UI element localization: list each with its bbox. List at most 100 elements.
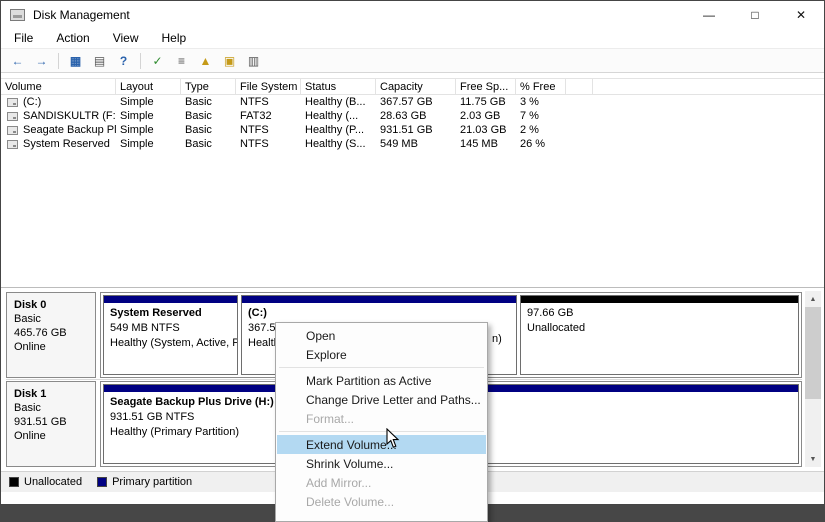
menu-item-open[interactable]: Open [277, 326, 486, 345]
folder-icon[interactable]: ▣ [220, 51, 239, 70]
menu-view[interactable]: View [110, 30, 142, 46]
menu-help[interactable]: Help [159, 30, 190, 46]
volume-name: Seagate Backup Pl... [23, 124, 116, 136]
volume-status: Healthy (... [301, 109, 376, 123]
volume-capacity: 549 MB [376, 137, 456, 151]
column-header-type[interactable]: Type [181, 79, 236, 94]
toolbar-separator [140, 53, 141, 69]
partition-status: Unallocated [527, 321, 792, 336]
volume-table-header: Volume Layout Type File System Status Ca… [1, 78, 824, 95]
volume-pct-free: 7 % [516, 109, 566, 123]
volume-name: (C:) [23, 96, 41, 108]
primary-partition-stripe [242, 296, 516, 303]
volume-free-space: 145 MB [456, 137, 516, 151]
column-header-layout[interactable]: Layout [116, 79, 181, 94]
menu-separator [279, 367, 484, 368]
volume-file-system: NTFS [236, 137, 301, 151]
partition-context-menu: Open Explore Mark Partition as Active Ch… [275, 322, 488, 522]
partition-unallocated[interactable]: 97.66 GB Unallocated [520, 295, 799, 375]
disk-app-icon [10, 9, 25, 21]
column-header-volume[interactable]: Volume [1, 79, 116, 94]
back-icon[interactable]: ← [8, 51, 27, 70]
disk-status: Online [14, 429, 88, 443]
volume-icon [7, 112, 18, 121]
legend-unallocated: Unallocated [9, 476, 82, 488]
menu-item-shrink-volume[interactable]: Shrink Volume... [277, 454, 486, 473]
volume-type: Basic [181, 137, 236, 151]
volume-name: System Reserved [23, 138, 110, 150]
volume-icon [7, 140, 18, 149]
disk-kind: Basic [14, 312, 88, 326]
menu-item-add-mirror[interactable]: Add Mirror... [277, 473, 486, 492]
partition-size: 549 MB NTFS [110, 321, 231, 336]
minimize-button[interactable]: — [686, 1, 732, 28]
properties-check-icon[interactable]: ✓ [148, 51, 167, 70]
menu-item-delete-volume[interactable]: Delete Volume... [277, 492, 486, 511]
volume-free-space: 21.03 GB [456, 123, 516, 137]
menu-item-format[interactable]: Format... [277, 409, 486, 428]
forward-icon[interactable]: → [32, 51, 51, 70]
show-console-tree-icon[interactable]: ▦ [66, 51, 85, 70]
title-bar: Disk Management — □ ✕ [1, 1, 824, 28]
up-folder-icon[interactable]: ▲ [196, 51, 215, 70]
volume-layout: Simple [116, 123, 181, 137]
close-button[interactable]: ✕ [778, 1, 824, 28]
menu-item-mark-partition-active[interactable]: Mark Partition as Active [277, 371, 486, 390]
volume-layout: Simple [116, 109, 181, 123]
column-header-pct-free[interactable]: % Free [516, 79, 566, 94]
clipped-text-fragment: n) [492, 333, 502, 345]
volume-pct-free: 26 % [516, 137, 566, 151]
disk-1-label[interactable]: Disk 1 Basic 931.51 GB Online [6, 381, 96, 467]
volume-status: Healthy (P... [301, 123, 376, 137]
table-row-system-reserved[interactable]: System Reserved Simple Basic NTFS Health… [1, 137, 824, 151]
menu-action[interactable]: Action [53, 30, 92, 46]
volume-capacity: 367.57 GB [376, 95, 456, 109]
table-row-c[interactable]: (C:) Simple Basic NTFS Healthy (B... 367… [1, 95, 824, 109]
table-row-seagate[interactable]: Seagate Backup Pl... Simple Basic NTFS H… [1, 123, 824, 137]
disk-name: Disk 0 [14, 298, 88, 312]
legend-label: Primary partition [112, 476, 192, 488]
export-list-icon[interactable]: ▤ [90, 51, 109, 70]
volume-status: Healthy (S... [301, 137, 376, 151]
partition-system-reserved[interactable]: System Reserved 549 MB NTFS Healthy (Sys… [103, 295, 238, 375]
window-title: Disk Management [33, 8, 130, 22]
scrollbar-thumb[interactable] [805, 307, 821, 399]
volume-file-system: FAT32 [236, 109, 301, 123]
disk-kind: Basic [14, 401, 88, 415]
toolbar-separator [58, 53, 59, 69]
volume-pct-free: 2 % [516, 123, 566, 137]
volume-type: Basic [181, 109, 236, 123]
volume-layout: Simple [116, 137, 181, 151]
volume-type: Basic [181, 95, 236, 109]
column-header-capacity[interactable]: Capacity [376, 79, 456, 94]
scroll-down-arrow-icon[interactable]: ▼ [805, 451, 821, 467]
toolbar: ← → ▦ ▤ ? ✓ ≡ ▲ ▣ ▥ [1, 48, 824, 73]
column-header-free-space[interactable]: Free Sp... [456, 79, 516, 94]
help-icon[interactable]: ? [114, 51, 133, 70]
vertical-scrollbar[interactable]: ▲ ▼ [805, 291, 821, 467]
volume-free-space: 2.03 GB [456, 109, 516, 123]
menu-item-change-drive-letter[interactable]: Change Drive Letter and Paths... [277, 390, 486, 409]
menu-bar: File Action View Help [1, 28, 824, 48]
volume-name: SANDISKULTR (F:) [23, 110, 116, 122]
column-header-empty [566, 79, 593, 94]
column-header-status[interactable]: Status [301, 79, 376, 94]
menu-file[interactable]: File [11, 30, 36, 46]
disk-0-label[interactable]: Disk 0 Basic 465.76 GB Online [6, 292, 96, 378]
table-row-sandisk[interactable]: SANDISKULTR (F:) Simple Basic FAT32 Heal… [1, 109, 824, 123]
volume-capacity: 28.63 GB [376, 109, 456, 123]
menu-item-explore[interactable]: Explore [277, 345, 486, 364]
partition-title: System Reserved [110, 306, 231, 321]
partition-title: (C:) [248, 306, 510, 321]
mouse-cursor-icon [386, 428, 400, 449]
unallocated-swatch-icon [9, 477, 19, 487]
volume-pct-free: 3 % [516, 95, 566, 109]
volume-icon [7, 126, 18, 135]
disk-size: 931.51 GB [14, 415, 88, 429]
menu-item-extend-volume[interactable]: Extend Volume... [277, 435, 486, 454]
scroll-up-arrow-icon[interactable]: ▲ [805, 291, 821, 307]
panel-icon[interactable]: ▥ [244, 51, 263, 70]
list-icon[interactable]: ≡ [172, 51, 191, 70]
column-header-file-system[interactable]: File System [236, 79, 301, 94]
maximize-button[interactable]: □ [732, 1, 778, 28]
